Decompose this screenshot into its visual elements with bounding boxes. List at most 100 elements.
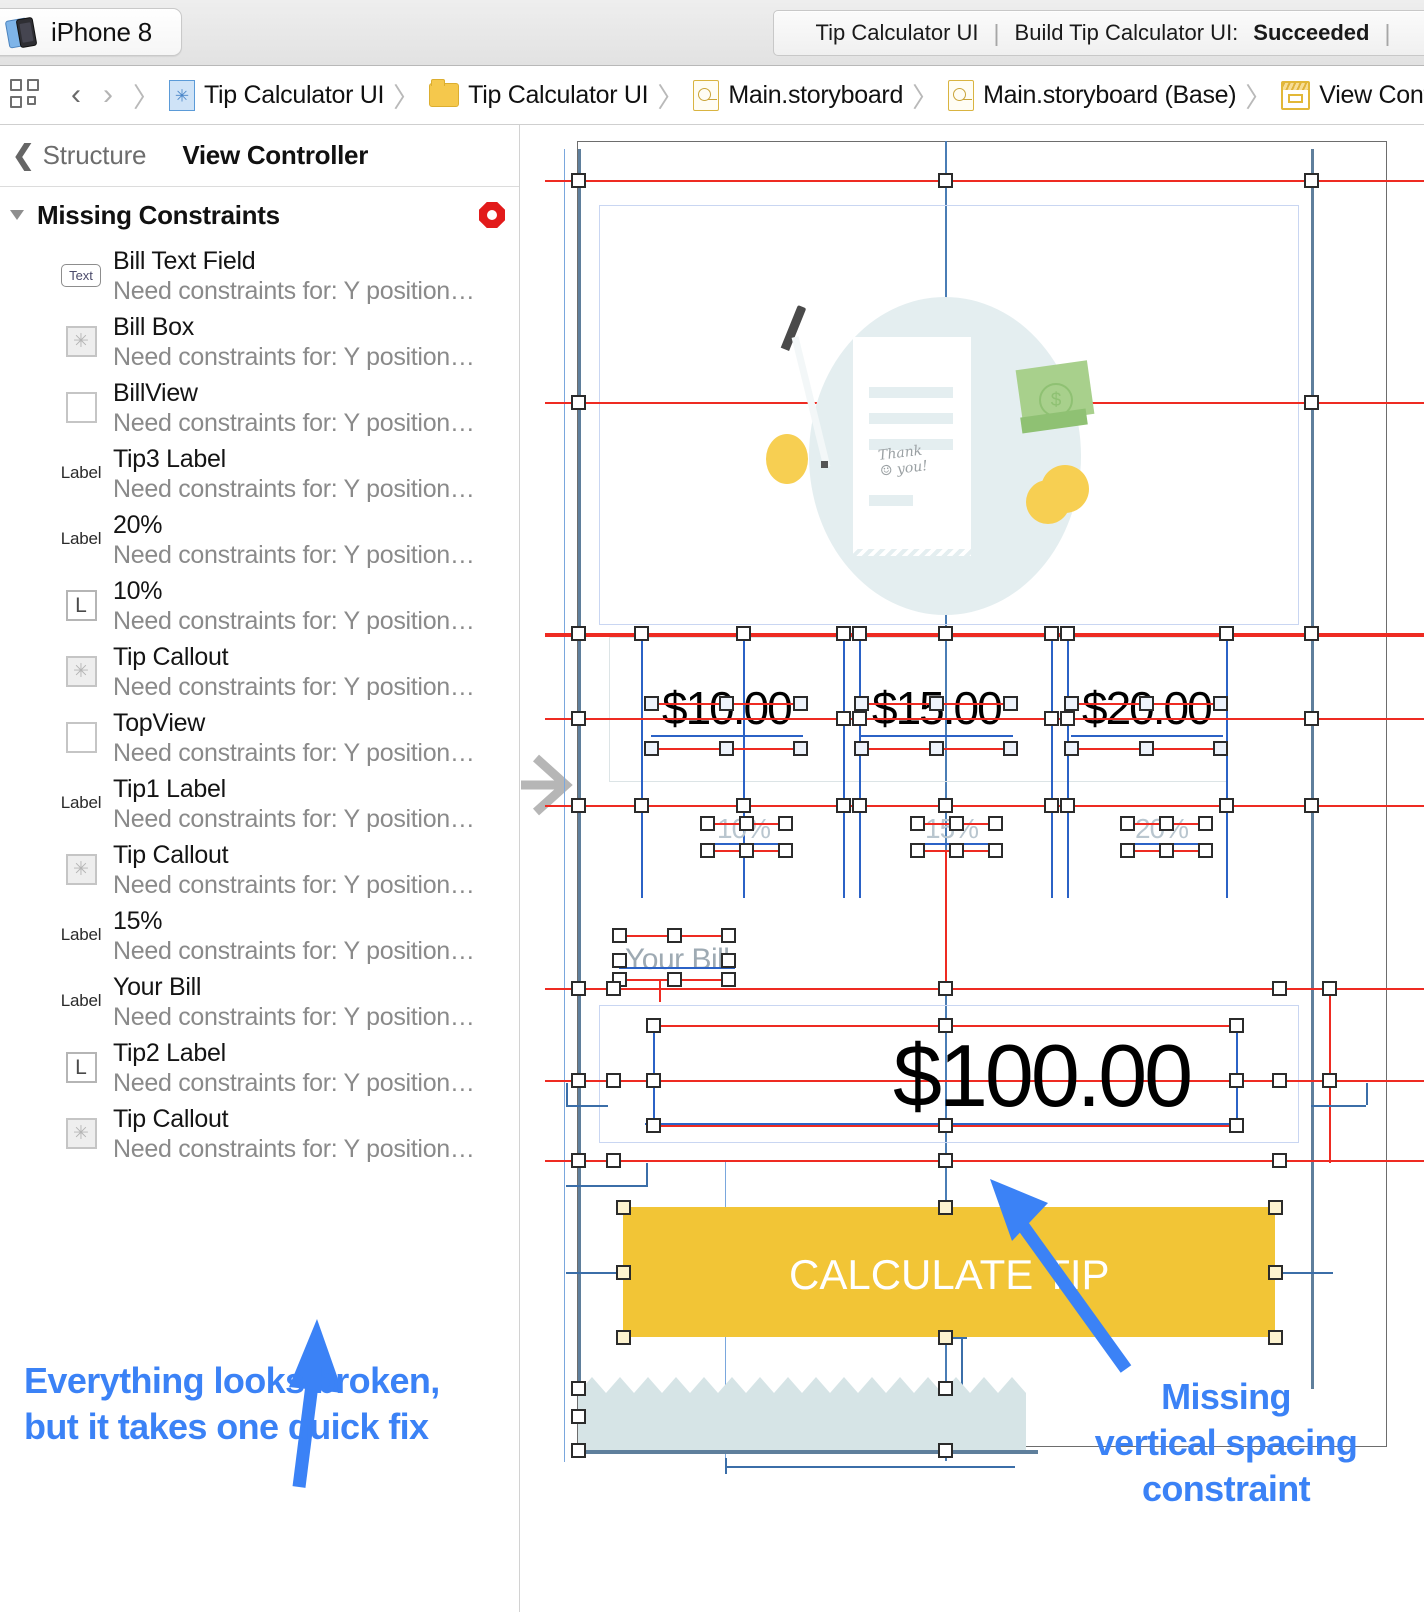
- resize-handle[interactable]: [1198, 816, 1213, 831]
- resize-handle[interactable]: [719, 741, 734, 756]
- resize-handle[interactable]: [1272, 981, 1287, 996]
- resize-handle[interactable]: [938, 1200, 953, 1215]
- resize-handle[interactable]: [938, 1118, 953, 1133]
- resize-handle[interactable]: [938, 1381, 953, 1396]
- resize-handle[interactable]: [938, 1330, 953, 1345]
- resize-handle[interactable]: [616, 1200, 631, 1215]
- resize-handle[interactable]: [1139, 696, 1154, 711]
- resize-handle[interactable]: [646, 1073, 661, 1088]
- resize-handle[interactable]: [836, 626, 851, 641]
- issue-row[interactable]: TopView Need constraints for: Y position…: [0, 705, 519, 771]
- issue-row[interactable]: BillView Need constraints for: Y position…: [0, 375, 519, 441]
- resize-handle[interactable]: [721, 928, 736, 943]
- issue-row[interactable]: Label Your Bill Need constraints for: Y po…: [0, 969, 519, 1035]
- resize-handle[interactable]: [612, 953, 627, 968]
- resize-handle[interactable]: [854, 741, 869, 756]
- resize-handle[interactable]: [1044, 798, 1059, 813]
- resize-handle[interactable]: [988, 816, 1003, 831]
- resize-handle[interactable]: [571, 1153, 586, 1168]
- activity-status-bar[interactable]: Tip Calculator UI | Build Tip Calculator…: [773, 10, 1424, 56]
- resize-handle[interactable]: [1120, 843, 1135, 858]
- breadcrumb-item-scene[interactable]: View Controller Sce: [1281, 80, 1424, 110]
- resize-handle[interactable]: [571, 395, 586, 410]
- resize-handle[interactable]: [1272, 1153, 1287, 1168]
- resize-handle[interactable]: [616, 1265, 631, 1280]
- resize-handle[interactable]: [571, 1443, 586, 1458]
- resize-handle[interactable]: [1229, 1018, 1244, 1033]
- resize-handle[interactable]: [1304, 173, 1319, 188]
- resize-handle[interactable]: [644, 696, 659, 711]
- issue-row[interactable]: Tip CalloutNeed constraints for: Y posit…: [0, 1101, 519, 1167]
- resize-handle[interactable]: [938, 1443, 953, 1458]
- breadcrumb-item-folder[interactable]: Tip Calculator UI: [429, 79, 649, 110]
- forward-arrow-icon[interactable]: ›: [92, 78, 124, 112]
- resize-handle[interactable]: [938, 981, 953, 996]
- issue-row[interactable]: Bill BoxNeed constraints for: Y position…: [0, 309, 519, 375]
- resize-handle[interactable]: [700, 843, 715, 858]
- resize-handle[interactable]: [634, 798, 649, 813]
- resize-handle[interactable]: [1268, 1200, 1283, 1215]
- bill-total-value[interactable]: $100.00: [893, 1025, 1193, 1127]
- resize-handle[interactable]: [667, 972, 682, 987]
- issue-row[interactable]: Label 15% Need constraints for: Y position…: [0, 903, 519, 969]
- resize-handle[interactable]: [736, 626, 751, 641]
- resize-handle[interactable]: [854, 696, 869, 711]
- resize-handle[interactable]: [700, 816, 715, 831]
- resize-handle[interactable]: [910, 843, 925, 858]
- resize-handle[interactable]: [1272, 1073, 1287, 1088]
- resize-handle[interactable]: [571, 798, 586, 813]
- resize-handle[interactable]: [736, 798, 751, 813]
- resize-handle[interactable]: [719, 696, 734, 711]
- resize-handle[interactable]: [1213, 696, 1228, 711]
- resize-handle[interactable]: [606, 1073, 621, 1088]
- resize-handle[interactable]: [778, 816, 793, 831]
- resize-handle[interactable]: [938, 798, 953, 813]
- resize-handle[interactable]: [938, 173, 953, 188]
- resize-handle[interactable]: [910, 816, 925, 831]
- resize-handle[interactable]: [929, 696, 944, 711]
- resize-handle[interactable]: [739, 816, 754, 831]
- breadcrumb-item-project[interactable]: ✳ Tip Calculator UI: [169, 79, 384, 111]
- breadcrumb-item-storyboard-base[interactable]: Main.storyboard (Base): [948, 79, 1237, 111]
- chevron-down-icon[interactable]: [10, 210, 24, 220]
- resize-handle[interactable]: [1044, 711, 1059, 726]
- issue-row[interactable]: Tip CalloutNeed constraints for: Y posit…: [0, 639, 519, 705]
- resize-handle[interactable]: [644, 741, 659, 756]
- resize-handle[interactable]: [938, 1018, 953, 1033]
- resize-handle[interactable]: [1120, 816, 1135, 831]
- issue-row[interactable]: Text Bill Text Field Need constraints for:…: [0, 243, 519, 309]
- resize-handle[interactable]: [1060, 798, 1075, 813]
- resize-handle[interactable]: [793, 696, 808, 711]
- resize-handle[interactable]: [1219, 798, 1234, 813]
- resize-handle[interactable]: [1322, 1073, 1337, 1088]
- resize-handle[interactable]: [1213, 741, 1228, 756]
- structure-back-label[interactable]: Structure: [43, 140, 147, 171]
- resize-handle[interactable]: [571, 1409, 586, 1424]
- resize-handle[interactable]: [571, 981, 586, 996]
- resize-handle[interactable]: [571, 711, 586, 726]
- breadcrumb-item-storyboard[interactable]: Main.storyboard: [693, 79, 903, 111]
- resize-handle[interactable]: [1064, 741, 1079, 756]
- resize-handle[interactable]: [1139, 741, 1154, 756]
- resize-handle[interactable]: [606, 1153, 621, 1168]
- grid-icon[interactable]: [10, 79, 42, 111]
- resize-handle[interactable]: [793, 741, 808, 756]
- scheme-destination-button[interactable]: UI 〉 iPhone 8: [0, 8, 182, 58]
- issue-row[interactable]: L Tip2 Label Need constraints for: Y posit…: [0, 1035, 519, 1101]
- resize-handle[interactable]: [721, 972, 736, 987]
- resize-handle[interactable]: [929, 741, 944, 756]
- resize-handle[interactable]: [1229, 1118, 1244, 1133]
- resize-handle[interactable]: [852, 798, 867, 813]
- resize-handle[interactable]: [571, 1381, 586, 1396]
- resize-handle[interactable]: [721, 953, 736, 968]
- resize-handle[interactable]: [988, 843, 1003, 858]
- resize-handle[interactable]: [667, 928, 682, 943]
- issue-row[interactable]: Label Tip3 Label Need constraints for: Y p…: [0, 441, 519, 507]
- resize-handle[interactable]: [571, 626, 586, 641]
- resize-handle[interactable]: [1159, 843, 1174, 858]
- resize-handle[interactable]: [571, 1073, 586, 1088]
- resize-handle[interactable]: [1304, 711, 1319, 726]
- resize-handle[interactable]: [836, 711, 851, 726]
- resize-handle[interactable]: [634, 626, 649, 641]
- resize-handle[interactable]: [1159, 816, 1174, 831]
